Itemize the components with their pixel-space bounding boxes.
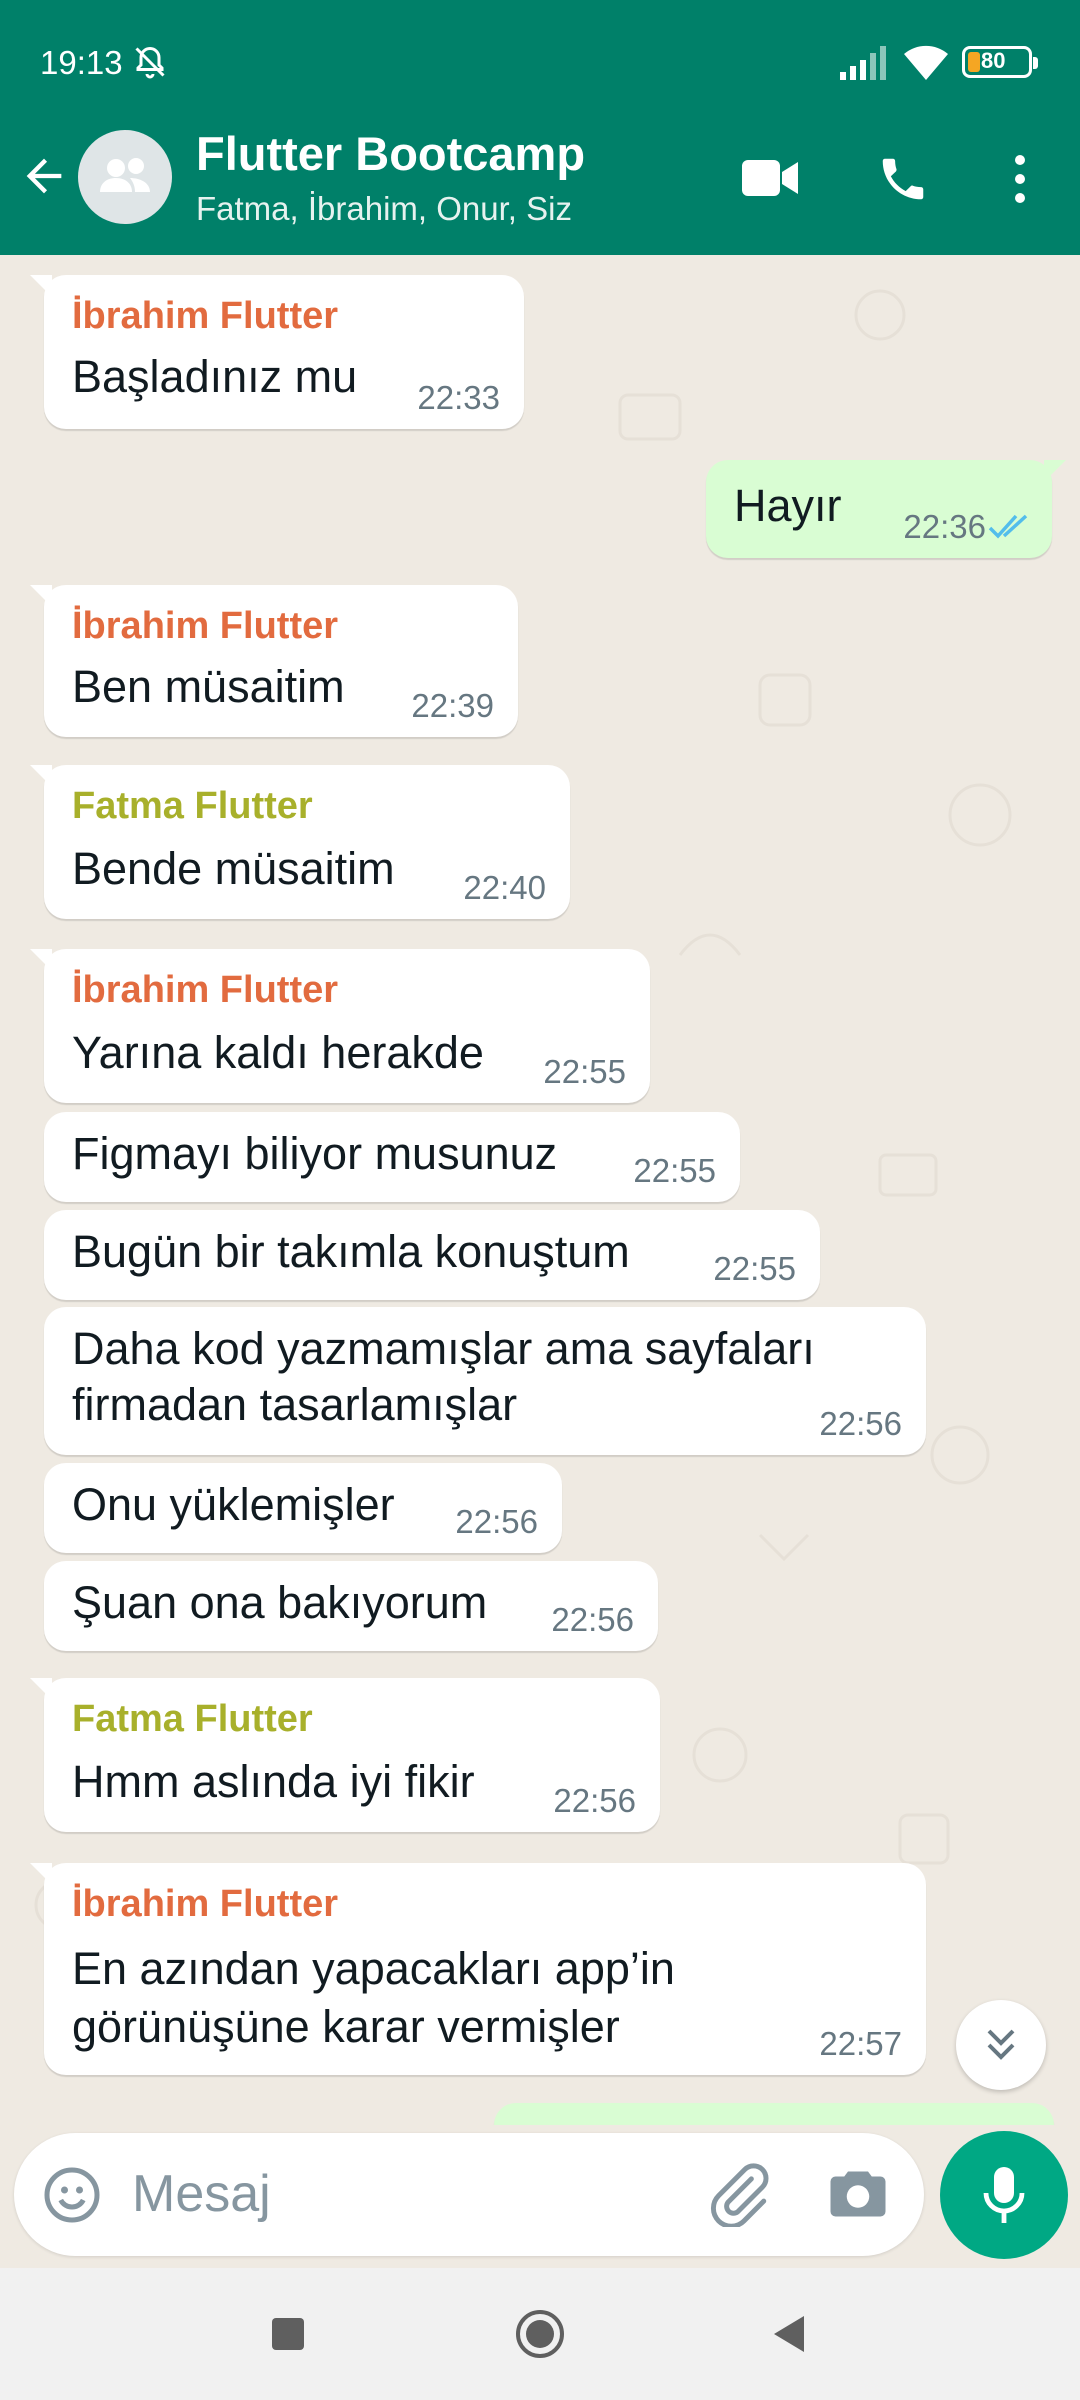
mic-button[interactable] bbox=[940, 2131, 1068, 2259]
message-text-line-2: firmadan tasarlamışlar bbox=[72, 1379, 518, 1430]
scroll-down-icon bbox=[987, 2029, 1015, 2060]
message-time: 22:56 bbox=[553, 1782, 636, 1819]
message-bubble[interactable]: İbrahim Flutter En azından yapacakları a… bbox=[30, 1863, 926, 2075]
message-text: Hmm aslında iyi fikir bbox=[72, 1756, 475, 1807]
message-text: Onu yüklemişler bbox=[72, 1479, 395, 1530]
more-options-icon[interactable] bbox=[1004, 152, 1036, 206]
message-bubble-outgoing[interactable]: Hayır 22:36 bbox=[706, 460, 1066, 558]
scroll-down-button[interactable] bbox=[956, 2000, 1046, 2090]
message-bubble[interactable]: Figmayı biliyor musunuz 22:55 bbox=[44, 1112, 740, 1202]
message-sender: İbrahim Flutter bbox=[72, 969, 339, 1011]
message-time: 22:56 bbox=[819, 1405, 902, 1442]
message-composer bbox=[14, 2133, 924, 2256]
message-text-line-1: En azından yapacakları app’in bbox=[72, 1943, 675, 1994]
recents-icon[interactable] bbox=[270, 2316, 306, 2352]
message-text-line-2: görünüşüne karar vermişler bbox=[72, 2001, 620, 2052]
message-time: 22:36 bbox=[903, 508, 986, 545]
message-sender: İbrahim Flutter bbox=[72, 605, 339, 647]
message-time: 22:57 bbox=[819, 2025, 902, 2062]
message-bubble[interactable]: İbrahim Flutter Başladınız mu 22:33 bbox=[30, 275, 524, 429]
message-time: 22:40 bbox=[463, 869, 546, 906]
message-sender: Fatma Flutter bbox=[72, 1698, 313, 1740]
message-time: 22:55 bbox=[543, 1053, 626, 1090]
status-time: 19:13 bbox=[40, 44, 123, 81]
message-bubble[interactable]: Fatma Flutter Hmm aslında iyi fikir 22:5… bbox=[30, 1678, 660, 1832]
message-sender: İbrahim Flutter bbox=[72, 295, 339, 337]
emoji-icon[interactable] bbox=[42, 2165, 102, 2225]
bell-off-icon bbox=[135, 46, 165, 79]
back-arrow-icon[interactable] bbox=[18, 150, 70, 202]
message-sender: Fatma Flutter bbox=[72, 785, 313, 827]
message-bubble[interactable]: İbrahim Flutter Ben müsaitim 22:39 bbox=[30, 585, 518, 737]
message-text: Başladınız mu bbox=[72, 351, 358, 402]
battery-icon: 80 bbox=[962, 46, 1038, 78]
message-bubble[interactable]: Bugün bir takımla konuştum 22:55 bbox=[44, 1210, 820, 1300]
video-call-icon[interactable] bbox=[740, 156, 800, 200]
message-bubble-outgoing-partial[interactable] bbox=[494, 2103, 1054, 2125]
message-time: 22:55 bbox=[633, 1152, 716, 1189]
message-time: 22:55 bbox=[713, 1250, 796, 1287]
battery-level: 80 bbox=[981, 48, 1006, 73]
attach-icon[interactable] bbox=[706, 2161, 772, 2227]
status-bar: 19:13 80 bbox=[0, 0, 1080, 128]
message-time: 22:56 bbox=[551, 1601, 634, 1638]
message-bubble[interactable]: İbrahim Flutter Yarına kaldı herakde 22:… bbox=[30, 949, 650, 1103]
chat-area[interactable]: İbrahim Flutter Başladınız mu 22:33 Hayı… bbox=[0, 255, 1080, 2125]
chat-title[interactable]: Flutter Bootcamp bbox=[196, 126, 585, 181]
app-bar: 19:13 80 Flutter Bootcamp Fatma, İbrahim… bbox=[0, 0, 1080, 255]
message-time: 22:33 bbox=[417, 379, 500, 416]
camera-icon[interactable] bbox=[828, 2165, 888, 2223]
system-nav-bar bbox=[0, 2268, 1080, 2400]
message-bubble[interactable]: Daha kod yazmamışlar ama sayfaları firma… bbox=[44, 1307, 926, 1455]
message-text: Figmayı biliyor musunuz bbox=[72, 1128, 558, 1179]
wifi-icon bbox=[904, 45, 948, 80]
home-icon[interactable] bbox=[514, 2308, 566, 2360]
voice-call-icon[interactable] bbox=[876, 152, 930, 206]
group-avatar[interactable] bbox=[78, 130, 172, 224]
mic-icon bbox=[983, 2167, 1025, 2223]
message-bubble[interactable]: Fatma Flutter Bende müsaitim 22:40 bbox=[30, 765, 570, 919]
message-time: 22:56 bbox=[455, 1503, 538, 1540]
message-text: Ben müsaitim bbox=[72, 661, 345, 712]
message-sender: İbrahim Flutter bbox=[72, 1883, 339, 1925]
message-input[interactable] bbox=[132, 2161, 692, 2227]
signal-icon bbox=[840, 46, 886, 80]
message-bubble[interactable]: Onu yüklemişler 22:56 bbox=[44, 1463, 562, 1553]
message-time: 22:39 bbox=[411, 687, 494, 724]
back-icon[interactable] bbox=[770, 2314, 810, 2354]
double-check-icon bbox=[988, 514, 1028, 539]
message-bubble[interactable]: Şuan ona bakıyorum 22:56 bbox=[44, 1561, 658, 1651]
message-text-line-1: Daha kod yazmamışlar ama sayfaları bbox=[72, 1323, 815, 1374]
message-text: Şuan ona bakıyorum bbox=[72, 1577, 488, 1628]
message-text: Yarına kaldı herakde bbox=[72, 1027, 484, 1078]
message-text: Hayır bbox=[734, 480, 842, 531]
chat-members[interactable]: Fatma, İbrahim, Onur, Siz bbox=[196, 190, 572, 228]
group-avatar-icon bbox=[100, 158, 150, 192]
message-text: Bende müsaitim bbox=[72, 843, 395, 894]
message-text: Bugün bir takımla konuştum bbox=[72, 1226, 630, 1277]
